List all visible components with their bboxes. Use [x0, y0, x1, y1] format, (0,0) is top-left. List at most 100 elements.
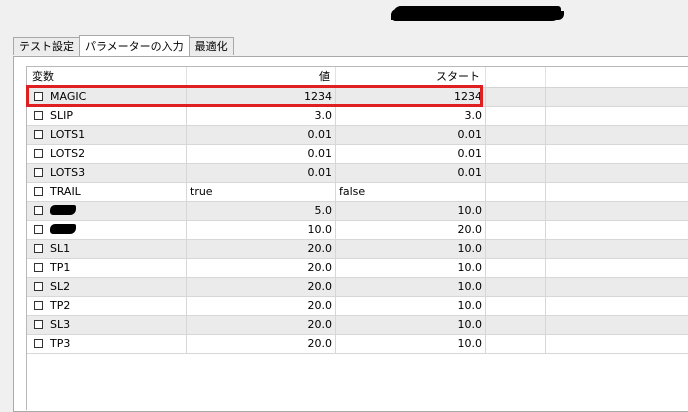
value-cell[interactable]: 0.01	[187, 164, 336, 182]
start-cell[interactable]: 10.0	[336, 202, 486, 220]
start-cell[interactable]: 1234	[336, 88, 486, 106]
variable-name: TP1	[50, 261, 71, 274]
table-row[interactable]: SL1 20.0 10.0	[27, 240, 688, 259]
value-cell[interactable]: 20.0	[187, 259, 336, 277]
table-row[interactable]: SL3 20.0 10.0	[27, 316, 688, 335]
variable-name: MAGIC	[50, 90, 87, 103]
variable-name: SL3	[50, 318, 71, 331]
value-cell[interactable]: 20.0	[187, 278, 336, 296]
extra-cell[interactable]	[486, 126, 546, 144]
column-header-extra[interactable]	[486, 67, 546, 87]
value-cell[interactable]: 0.01	[187, 145, 336, 163]
variable-cell: TRAIL	[27, 183, 187, 201]
table-row[interactable]: 5.0 10.0	[27, 202, 688, 221]
tab-optimization[interactable]: 最適化	[188, 37, 234, 55]
start-cell[interactable]: 10.0	[336, 259, 486, 277]
variable-name: TP2	[50, 299, 71, 312]
redacted-title	[393, 6, 561, 21]
start-cell[interactable]: 10.0	[336, 316, 486, 334]
start-cell[interactable]: 10.0	[336, 278, 486, 296]
extra-cell[interactable]	[486, 145, 546, 163]
column-header-start[interactable]: スタート	[336, 67, 486, 87]
table-row[interactable]: TRAIL true false	[27, 183, 688, 202]
start-cell[interactable]: 0.01	[336, 126, 486, 144]
value-cell[interactable]: 10.0	[187, 221, 336, 239]
value-cell[interactable]: 1234	[187, 88, 336, 106]
column-header-value[interactable]: 値	[187, 67, 336, 87]
variable-cell: LOTS3	[27, 164, 187, 182]
variable-name: LOTS1	[50, 128, 86, 141]
start-cell[interactable]: 10.0	[336, 240, 486, 258]
value-cell[interactable]: 20.0	[187, 297, 336, 315]
table-row[interactable]: LOTS1 0.01 0.01	[27, 126, 688, 145]
variable-cell: LOTS2	[27, 145, 187, 163]
extra-cell[interactable]	[486, 259, 546, 277]
row-checkbox[interactable]	[34, 281, 43, 291]
table-row[interactable]: TP1 20.0 10.0	[27, 259, 688, 278]
variable-cell: SL3	[27, 316, 187, 334]
row-checkbox[interactable]	[34, 110, 43, 120]
extra-cell[interactable]	[486, 297, 546, 315]
extra-cell[interactable]	[486, 316, 546, 334]
row-checkbox[interactable]	[34, 262, 43, 272]
extra-cell[interactable]	[486, 335, 546, 353]
table-row[interactable]: TP2 20.0 10.0	[27, 297, 688, 316]
start-cell[interactable]: 10.0	[336, 335, 486, 353]
variable-cell: SLIP	[27, 107, 187, 125]
extra-cell[interactable]	[486, 88, 546, 106]
value-cell[interactable]: 3.0	[187, 107, 336, 125]
row-checkbox[interactable]	[34, 129, 43, 139]
variable-cell: MAGIC	[27, 88, 187, 106]
start-cell[interactable]: 0.01	[336, 145, 486, 163]
value-cell[interactable]: 0.01	[187, 126, 336, 144]
column-header-variable[interactable]: 変数	[27, 67, 187, 87]
value-cell[interactable]: 5.0	[187, 202, 336, 220]
tab-test-settings[interactable]: テスト設定	[13, 37, 80, 55]
row-checkbox[interactable]	[34, 319, 43, 329]
table-row[interactable]: SL2 20.0 10.0	[27, 278, 688, 297]
table-row[interactable]: 10.0 20.0	[27, 221, 688, 240]
variable-cell: SL1	[27, 240, 187, 258]
table-row[interactable]: LOTS3 0.01 0.01	[27, 164, 688, 183]
parameter-grid: 変数 値 スタート MAGIC 1234 1234 SLIP 3.0 3.0 LOTS1 0.…	[26, 66, 688, 410]
row-checkbox[interactable]	[34, 338, 43, 348]
variable-cell	[27, 221, 187, 239]
extra-cell[interactable]	[486, 202, 546, 220]
extra-cell[interactable]	[486, 107, 546, 125]
row-checkbox[interactable]	[34, 167, 43, 177]
row-checkbox[interactable]	[34, 243, 43, 253]
variable-name: SL2	[50, 280, 71, 293]
start-cell[interactable]: 10.0	[336, 297, 486, 315]
extra-cell[interactable]	[486, 221, 546, 239]
redacted-variable-name	[50, 224, 76, 234]
row-checkbox[interactable]	[34, 205, 43, 215]
start-cell[interactable]: 0.01	[336, 164, 486, 182]
table-row[interactable]: TP3 20.0 10.0	[27, 335, 688, 354]
row-checkbox[interactable]	[34, 224, 43, 234]
row-checkbox[interactable]	[34, 186, 43, 196]
extra-cell[interactable]	[486, 278, 546, 296]
value-cell[interactable]: true	[187, 183, 336, 201]
start-cell[interactable]: 3.0	[336, 107, 486, 125]
tab-parameter-input[interactable]: パラメーターの入力	[79, 35, 190, 56]
extra-cell[interactable]	[486, 183, 546, 201]
row-checkbox[interactable]	[34, 91, 43, 101]
variable-name: TP3	[50, 337, 71, 350]
start-cell[interactable]: false	[336, 183, 486, 201]
value-cell[interactable]: 20.0	[187, 335, 336, 353]
variable-name: LOTS3	[50, 166, 86, 179]
grid-header: 変数 値 スタート	[27, 67, 688, 88]
variable-cell: TP1	[27, 259, 187, 277]
start-cell[interactable]: 20.0	[336, 221, 486, 239]
row-checkbox[interactable]	[34, 148, 43, 158]
variable-name: TRAIL	[50, 185, 81, 198]
extra-cell[interactable]	[486, 240, 546, 258]
extra-cell[interactable]	[486, 164, 546, 182]
value-cell[interactable]: 20.0	[187, 316, 336, 334]
row-checkbox[interactable]	[34, 300, 43, 310]
grid-body: MAGIC 1234 1234 SLIP 3.0 3.0 LOTS1 0.01 0.01 LOTS…	[27, 88, 688, 354]
table-row[interactable]: LOTS2 0.01 0.01	[27, 145, 688, 164]
table-row[interactable]: SLIP 3.0 3.0	[27, 107, 688, 126]
table-row[interactable]: MAGIC 1234 1234	[27, 88, 688, 107]
value-cell[interactable]: 20.0	[187, 240, 336, 258]
